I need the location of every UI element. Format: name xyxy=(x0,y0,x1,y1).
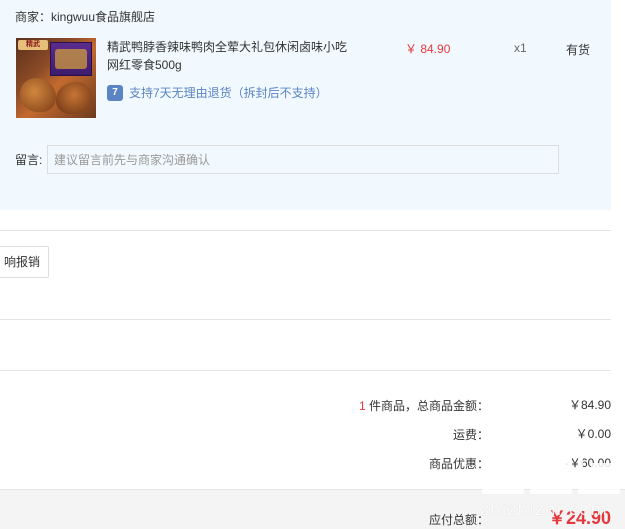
gift-box-icon xyxy=(50,42,92,76)
product-quantity: x1 xyxy=(514,41,527,55)
goods-count: 1 xyxy=(358,399,366,413)
product-image[interactable]: 精武 xyxy=(16,38,96,118)
reimburse-button[interactable]: 响报销 xyxy=(0,246,49,278)
merchant-name[interactable]: 商家：kingwuu食品旗舰店 xyxy=(15,8,155,25)
payable-label: 应付总额： xyxy=(429,513,490,527)
seven-day-return-icon: 7 xyxy=(107,85,123,101)
discount-value: -￥60.00 xyxy=(564,456,611,470)
divider xyxy=(0,370,611,371)
payable-amount: ￥24.90 xyxy=(547,508,611,528)
duck-food-icon xyxy=(56,82,92,114)
product-price: ￥ 84.90 xyxy=(405,42,451,56)
goods-count-label: 1 件商品，总商品金额： xyxy=(358,399,489,413)
duck-food-icon xyxy=(20,78,56,112)
memo-label: 留言: xyxy=(15,153,43,167)
shipping-value: ￥0.00 xyxy=(575,427,611,441)
divider xyxy=(0,230,611,231)
product-title[interactable]: 精武鸭脖香辣味鸭肉全荤大礼包休闲卤味小吃网红零食500g xyxy=(107,38,357,74)
discount-label: 商品优惠： xyxy=(428,457,489,471)
goods-total-value: ￥84.90 xyxy=(568,398,611,412)
stock-status: 有货 xyxy=(566,43,591,57)
shipping-label: 运费： xyxy=(452,428,489,442)
memo-input[interactable] xyxy=(47,145,559,174)
shop-order-panel: 商家：kingwuu食品旗舰店 精武 精武鸭脖香辣味鸭肉全荤大礼包休闲卤味小吃网… xyxy=(0,0,611,210)
brand-logo-icon: 精武 xyxy=(18,40,48,50)
divider xyxy=(0,319,611,320)
payment-bar: 应付总额： ￥24.90 xyxy=(0,489,625,529)
return-policy-text: 支持7天无理由退货（拆封后不支持） xyxy=(129,86,328,100)
